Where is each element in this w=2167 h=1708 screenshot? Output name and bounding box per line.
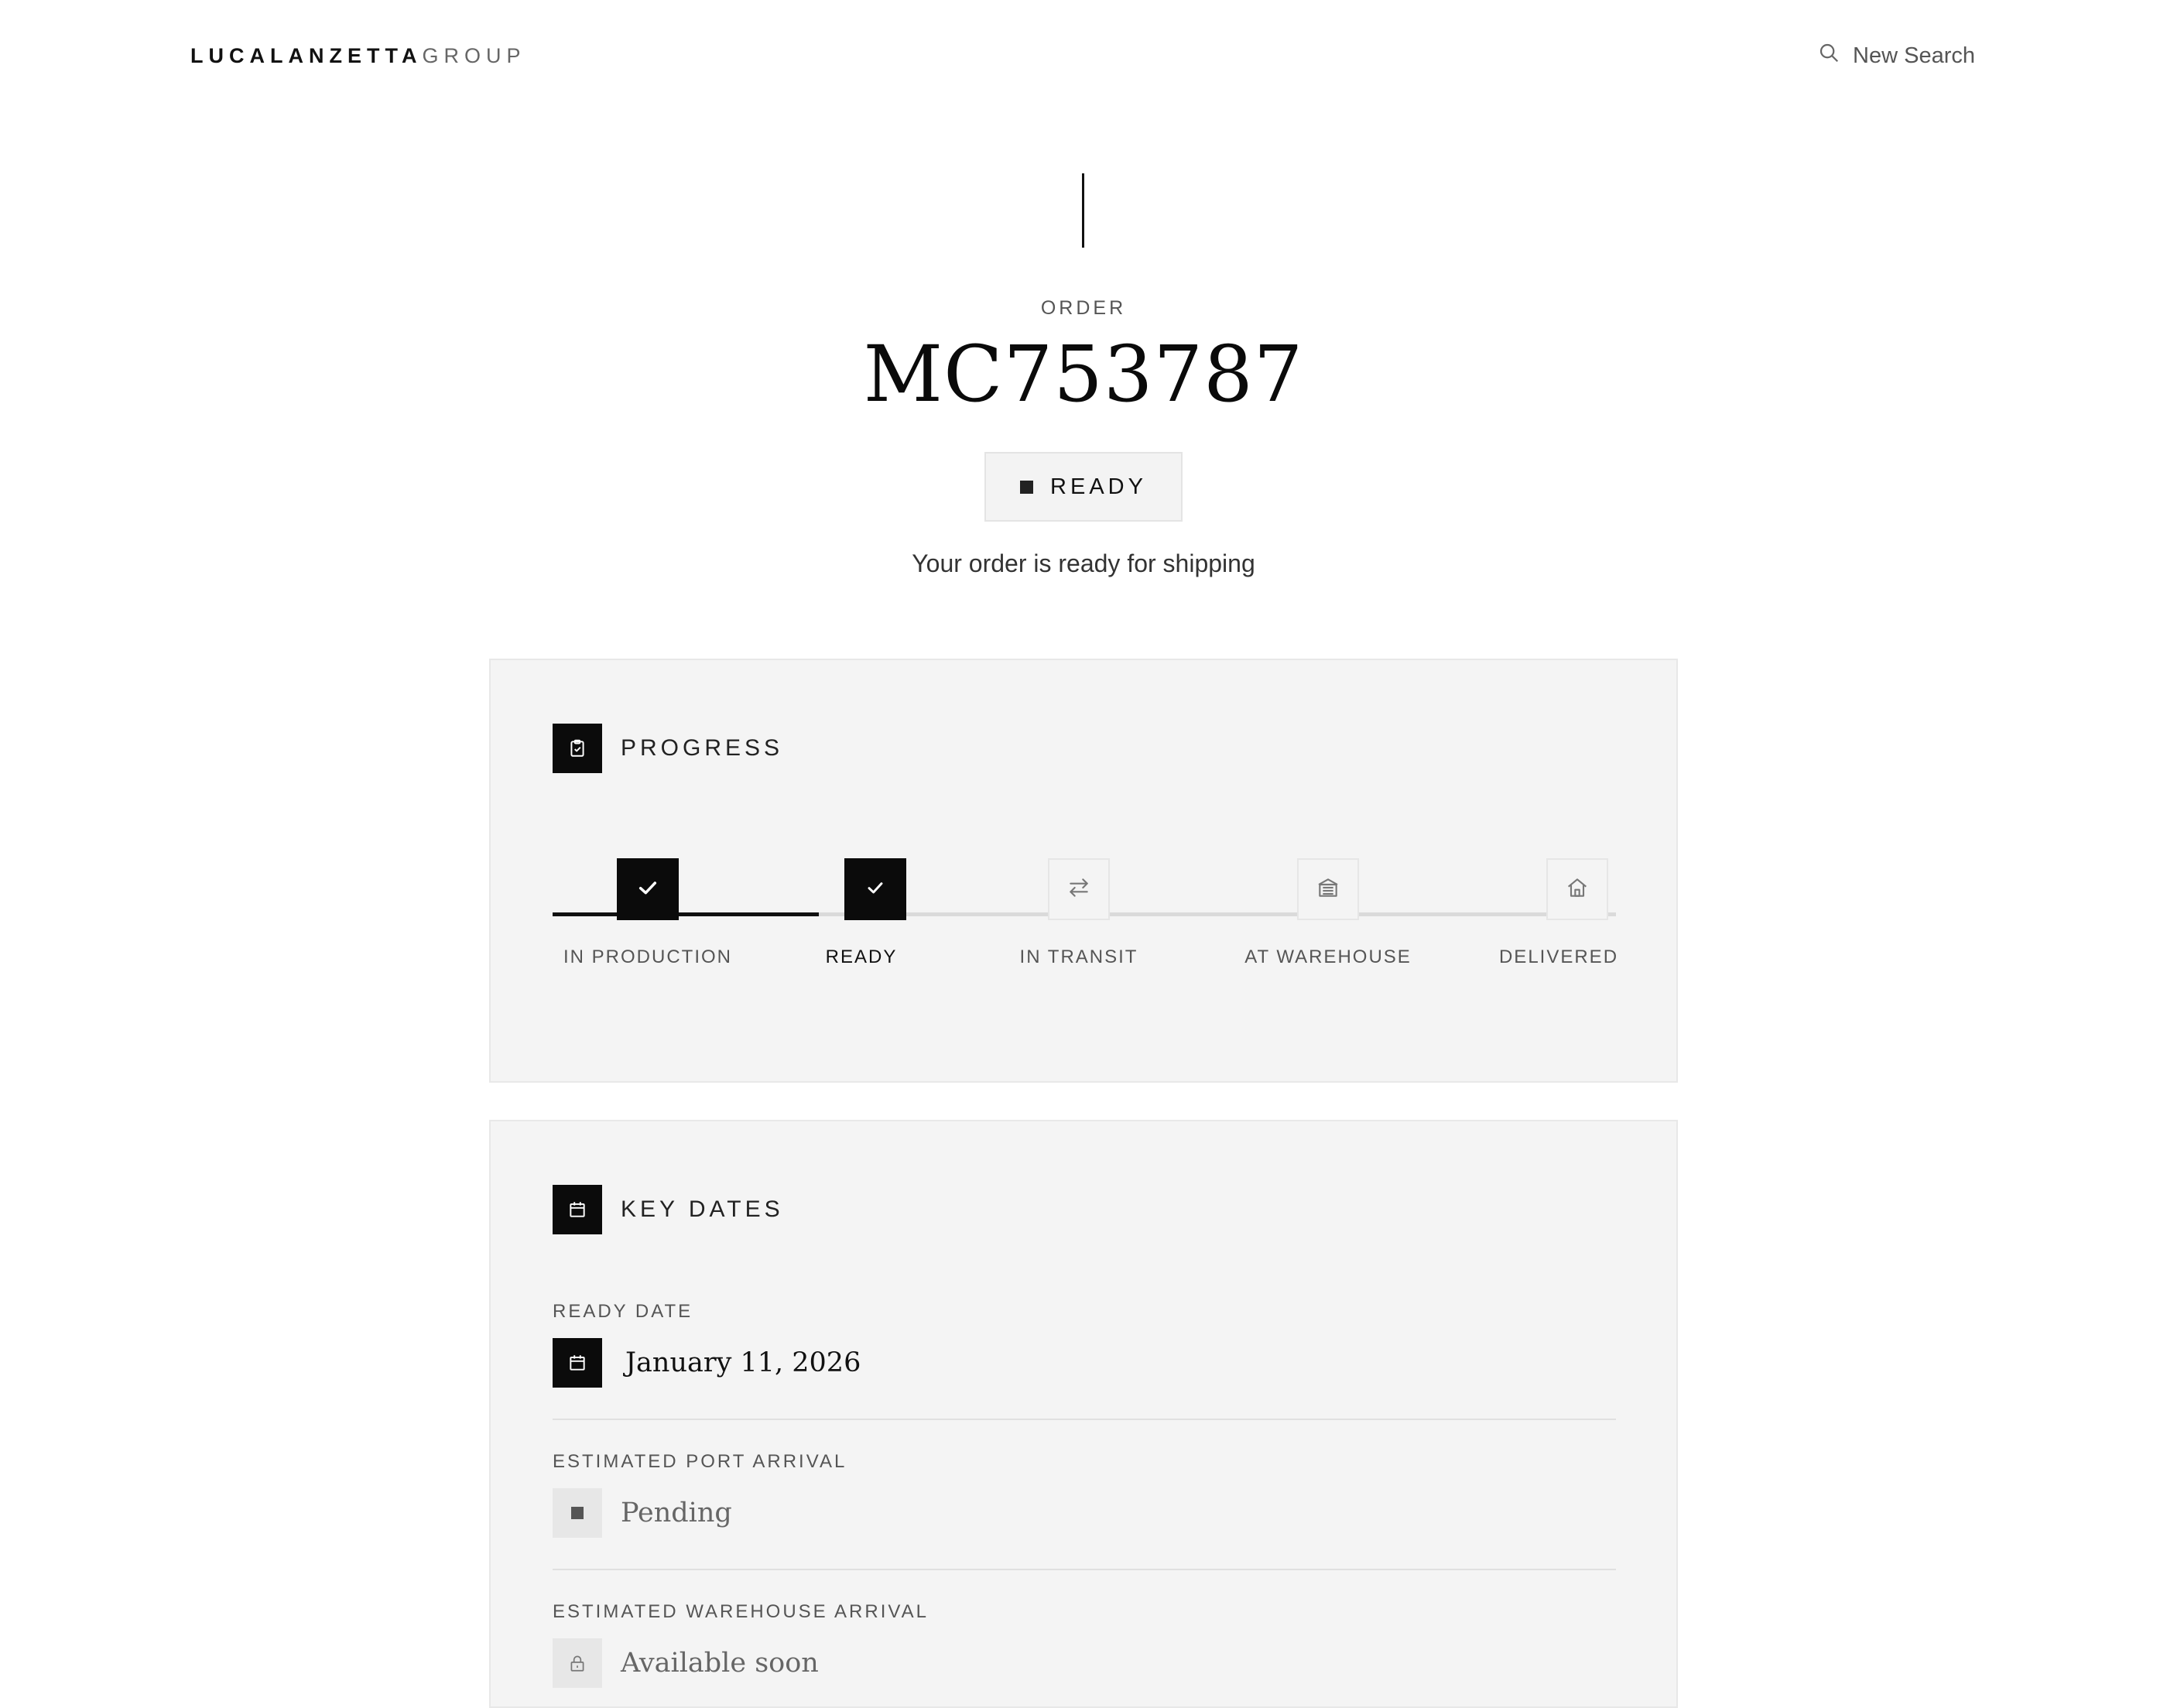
step-label-at-warehouse: AT WAREHOUSE [1244,946,1412,967]
step-node-at-warehouse[interactable] [1297,858,1359,920]
calendar-icon [553,1338,602,1388]
transfer-icon [1066,875,1091,904]
date-divider [553,1419,1616,1420]
progress-card: PROGRESS IN PRODUCTION READY IN TRANSIT … [489,659,1678,1083]
step-label-ready: READY [825,946,898,967]
key-dates-card: KEY DATES READY DATE January 11, 2026 ES… [489,1120,1678,1708]
hero-divider-line [1082,173,1084,248]
status-badge-label: READY [1050,474,1147,499]
step-label-delivered: DELIVERED [1498,946,1619,967]
check-icon [863,875,888,904]
key-dates-card-title: KEY DATES [553,1185,784,1234]
step-label-in-production: IN PRODUCTION [563,946,732,967]
step-label-in-transit: IN TRANSIT [1019,946,1138,967]
square-icon [553,1488,602,1538]
home-icon [1565,875,1590,904]
date-label: ESTIMATED PORT ARRIVAL [553,1451,847,1472]
page-header: LUCALANZETTAGROUP New Search [0,0,2167,112]
key-dates-title: KEY DATES [621,1196,784,1222]
search-icon [1817,41,1840,70]
clipboard-check-icon [553,724,602,773]
step-node-delivered[interactable] [1546,858,1608,920]
date-divider [553,1569,1616,1570]
status-badge: READY [984,452,1183,522]
progress-card-title: PROGRESS [553,724,783,773]
step-node-in-production[interactable] [617,858,679,920]
date-value: January 11, 2026 [625,1347,861,1378]
order-number: MC753787 [863,329,1304,419]
date-label: ESTIMATED WAREHOUSE ARRIVAL [553,1601,929,1622]
order-label: ORDER [1040,297,1127,319]
status-message: Your order is ready for shipping [912,549,1255,577]
new-search-label: New Search [1853,43,1975,68]
date-item-ready-date: READY DATE January 11, 2026 [553,1301,1616,1388]
date-item-estimated-port-arrival: ESTIMATED PORT ARRIVAL Pending [553,1451,1616,1538]
status-square-icon [1020,480,1034,494]
date-label: READY DATE [553,1301,693,1322]
logo-light-text: GROUP [422,44,526,67]
progress-track-fill [553,912,819,916]
calendar-icon [553,1185,602,1234]
warehouse-icon [1316,875,1340,904]
date-value: Available soon [621,1648,819,1679]
date-value: Pending [621,1497,732,1528]
brand-logo[interactable]: LUCALANZETTAGROUP [190,43,525,68]
step-node-in-transit[interactable] [1048,858,1110,920]
progress-title: PROGRESS [621,735,784,761]
lock-icon [553,1638,602,1688]
logo-strong-text: LUCALANZETTA [190,44,423,67]
new-search-button[interactable]: New Search [1817,40,1975,71]
check-icon [635,875,660,904]
step-node-ready[interactable] [844,858,906,920]
date-item-estimated-warehouse-arrival: ESTIMATED WAREHOUSE ARRIVAL Available so… [553,1601,1616,1688]
